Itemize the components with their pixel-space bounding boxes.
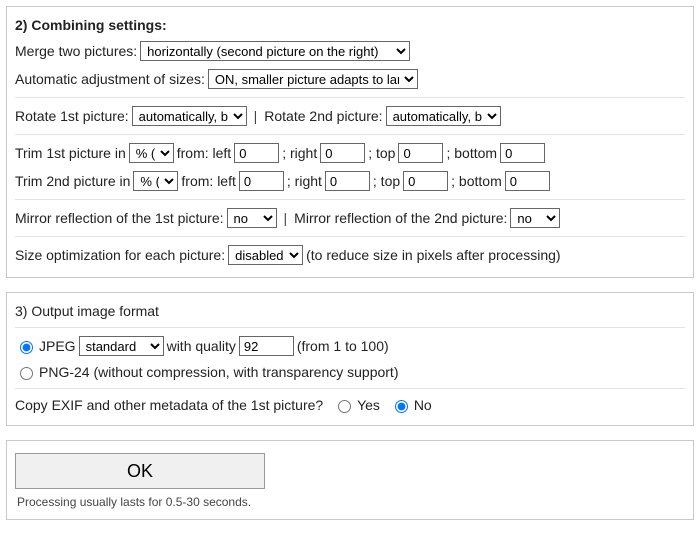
combining-settings-panel: 2) Combining settings: Merge two picture… xyxy=(6,6,694,278)
trim2-bottom-label: ; bottom xyxy=(451,173,502,189)
trim1-top-label: ; top xyxy=(368,145,395,161)
trim1-top-input[interactable] xyxy=(398,143,443,163)
png-label: PNG-24 (without compression, with transp… xyxy=(39,364,398,380)
vertical-divider: | xyxy=(254,108,258,124)
merge-label: Merge two pictures: xyxy=(15,43,137,59)
rotate1-label: Rotate 1st picture: xyxy=(15,108,129,124)
quality-label: with quality xyxy=(167,338,236,354)
trim2-top-input[interactable] xyxy=(403,171,448,191)
trim2-top-label: ; top xyxy=(373,173,400,189)
sizeopt-select[interactable]: disabled ( xyxy=(228,245,303,265)
exif-label: Copy EXIF and other metadata of the 1st … xyxy=(15,397,323,413)
vertical-divider: | xyxy=(284,210,288,226)
merge-select[interactable]: horizontally (second picture on the righ… xyxy=(140,41,410,61)
mirror2-select[interactable]: no xyxy=(510,208,560,228)
rotate2-label: Rotate 2nd picture: xyxy=(264,108,382,124)
trim2-right-label: ; right xyxy=(287,173,322,189)
quality-input[interactable] xyxy=(239,336,294,356)
section3-title: 3) Output image format xyxy=(15,303,159,319)
quality-range: (from 1 to 100) xyxy=(297,338,389,354)
trim1-left-input[interactable] xyxy=(234,143,279,163)
trim2-from-label: from: left xyxy=(181,173,235,189)
auto-adjust-label: Automatic adjustment of sizes: xyxy=(15,71,205,87)
rotate1-select[interactable]: automatically, b xyxy=(132,106,247,126)
ok-button[interactable]: OK xyxy=(15,453,265,489)
trim2-unit-select[interactable]: % ( xyxy=(133,171,178,191)
trim2-label: Trim 2nd picture in xyxy=(15,173,130,189)
jpeg-radio[interactable] xyxy=(20,341,33,354)
jpeg-label: JPEG xyxy=(39,338,76,354)
section2-title: 2) Combining settings: xyxy=(15,17,167,33)
trim1-label: Trim 1st picture in xyxy=(15,145,126,161)
mirror1-select[interactable]: no xyxy=(227,208,277,228)
trim1-unit-select[interactable]: % ( xyxy=(129,143,174,163)
exif-no-radio[interactable] xyxy=(395,400,408,413)
output-format-panel: 3) Output image format JPEG standard wit… xyxy=(6,292,694,426)
trim2-left-input[interactable] xyxy=(239,171,284,191)
jpeg-option[interactable]: JPEG xyxy=(15,338,76,354)
png-radio[interactable] xyxy=(20,367,33,380)
exif-no-label: No xyxy=(414,397,432,413)
png-option[interactable]: PNG-24 (without compression, with transp… xyxy=(15,364,398,380)
jpeg-profile-select[interactable]: standard xyxy=(79,336,164,356)
trim2-bottom-input[interactable] xyxy=(505,171,550,191)
sizeopt-label: Size optimization for each picture: xyxy=(15,247,225,263)
trim1-right-label: ; right xyxy=(282,145,317,161)
processing-note: Processing usually lasts for 0.5-30 seco… xyxy=(15,493,685,511)
rotate2-select[interactable]: automatically, b xyxy=(386,106,501,126)
mirror2-label: Mirror reflection of the 2nd picture: xyxy=(294,210,507,226)
exif-yes-label: Yes xyxy=(357,397,380,413)
exif-yes-option[interactable]: Yes xyxy=(333,397,380,413)
exif-yes-radio[interactable] xyxy=(338,400,351,413)
sizeopt-note: (to reduce size in pixels after processi… xyxy=(306,247,560,263)
trim1-from-label: from: left xyxy=(177,145,231,161)
exif-no-option[interactable]: No xyxy=(390,397,432,413)
footer-panel: OK Processing usually lasts for 0.5-30 s… xyxy=(6,440,694,520)
trim1-right-input[interactable] xyxy=(320,143,365,163)
trim1-bottom-input[interactable] xyxy=(500,143,545,163)
auto-adjust-select[interactable]: ON, smaller picture adapts to lar xyxy=(208,69,418,89)
mirror1-label: Mirror reflection of the 1st picture: xyxy=(15,210,224,226)
trim1-bottom-label: ; bottom xyxy=(446,145,497,161)
trim2-right-input[interactable] xyxy=(325,171,370,191)
